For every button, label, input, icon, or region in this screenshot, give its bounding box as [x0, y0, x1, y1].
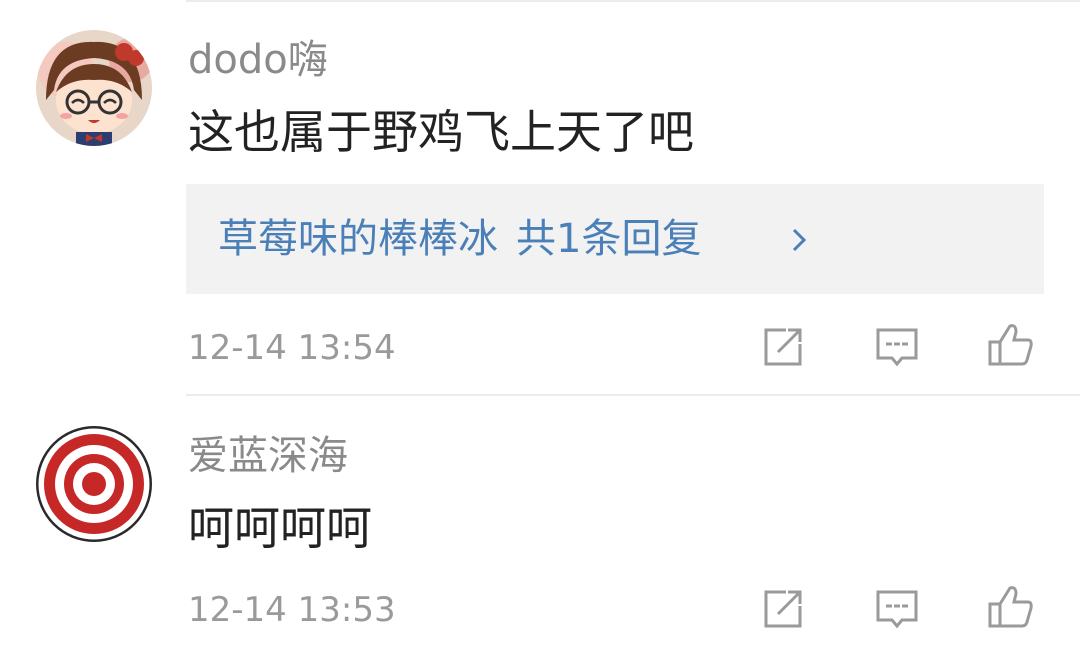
chevron-right-icon: [792, 228, 807, 252]
top-divider: [186, 0, 1080, 2]
share-icon[interactable]: [758, 584, 808, 634]
comment-divider: [186, 394, 1080, 396]
cartoon-girl-avatar-icon: [36, 30, 152, 146]
red-target-avatar-icon: [36, 426, 152, 542]
comment-icon[interactable]: [872, 322, 922, 372]
avatar[interactable]: [36, 426, 152, 542]
username[interactable]: 爱蓝深海: [188, 432, 348, 480]
timestamp: 12-14 13:54: [188, 328, 396, 368]
comment-content: 呵呵呵呵: [188, 501, 372, 555]
reply-preview[interactable]: 草莓味的棒棒冰 共1条回复: [186, 184, 1044, 294]
timestamp: 12-14 13:53: [188, 590, 396, 630]
thumbs-up-icon[interactable]: [986, 320, 1036, 370]
reply-author[interactable]: 草莓味的棒棒冰: [218, 216, 498, 262]
comment-content: 这也属于野鸡飞上天了吧: [188, 105, 694, 159]
reply-preview-text: 草莓味的棒棒冰 共1条回复: [218, 214, 719, 264]
thumbs-up-icon[interactable]: [986, 582, 1036, 632]
share-icon[interactable]: [758, 322, 808, 372]
username[interactable]: dodo嗨: [188, 36, 328, 84]
comment-icon[interactable]: [872, 584, 922, 634]
avatar[interactable]: [36, 30, 152, 146]
reply-count[interactable]: 共1条回复: [516, 216, 701, 262]
